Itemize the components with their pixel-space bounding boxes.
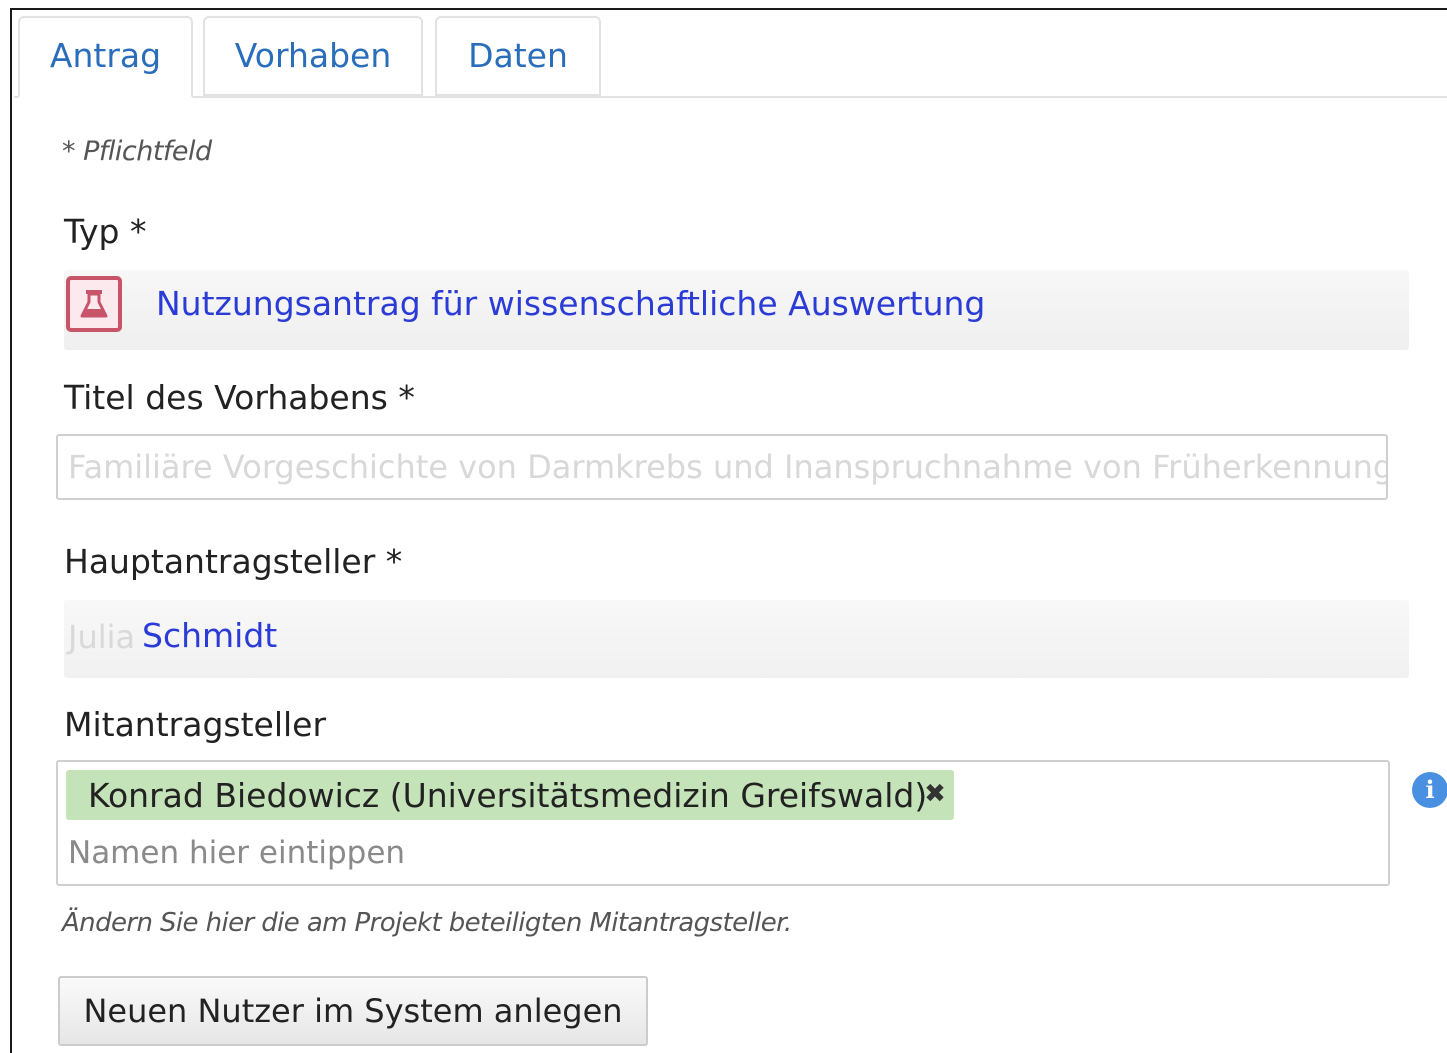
typ-value-link[interactable]: Nutzungsantrag für wissenschaftliche Aus…	[156, 284, 985, 323]
tab-antrag[interactable]: Antrag	[18, 16, 193, 98]
hauptantragsteller-first-name: Julia	[68, 618, 136, 656]
typ-label: Typ *	[64, 212, 147, 251]
new-user-button[interactable]: Neuen Nutzer im System anlegen	[58, 976, 648, 1046]
hauptantragsteller-label: Hauptantragsteller *	[64, 542, 403, 581]
mitantragsteller-help-text: Ändern Sie hier die am Projekt beteiligt…	[62, 908, 792, 938]
mitantragsteller-field[interactable]: Konrad Biedowicz (Universitätsmedizin Gr…	[56, 760, 1390, 886]
selected-mitantragsteller-chip: Konrad Biedowicz (Universitätsmedizin Gr…	[66, 770, 954, 820]
typ-value-row: Nutzungsantrag für wissenschaftliche Aus…	[64, 270, 1409, 350]
hauptantragsteller-last-name-link[interactable]: Schmidt	[142, 616, 277, 655]
info-icon[interactable]: i	[1412, 772, 1447, 808]
tab-bar: Antrag Vorhaben Daten	[14, 16, 1447, 98]
form-panel: Antrag Vorhaben Daten * Pflichtfeld Typ …	[10, 8, 1447, 1053]
tab-daten[interactable]: Daten	[435, 16, 601, 96]
hauptantragsteller-value: Julia Schmidt	[64, 600, 1409, 678]
chip-label: Konrad Biedowicz (Universitätsmedizin Gr…	[88, 776, 928, 815]
mitantragsteller-label: Mitantragsteller	[64, 705, 327, 744]
flask-icon	[66, 276, 122, 332]
close-icon[interactable]: ✖	[922, 778, 948, 810]
titel-label: Titel des Vorhabens *	[64, 378, 415, 417]
mitantragsteller-search-input[interactable]	[62, 828, 974, 878]
required-field-note: * Pflichtfeld	[62, 136, 212, 167]
tab-vorhaben[interactable]: Vorhaben	[203, 16, 423, 96]
titel-input[interactable]: Familiäre Vorgeschichte von Darmkrebs un…	[56, 434, 1388, 500]
